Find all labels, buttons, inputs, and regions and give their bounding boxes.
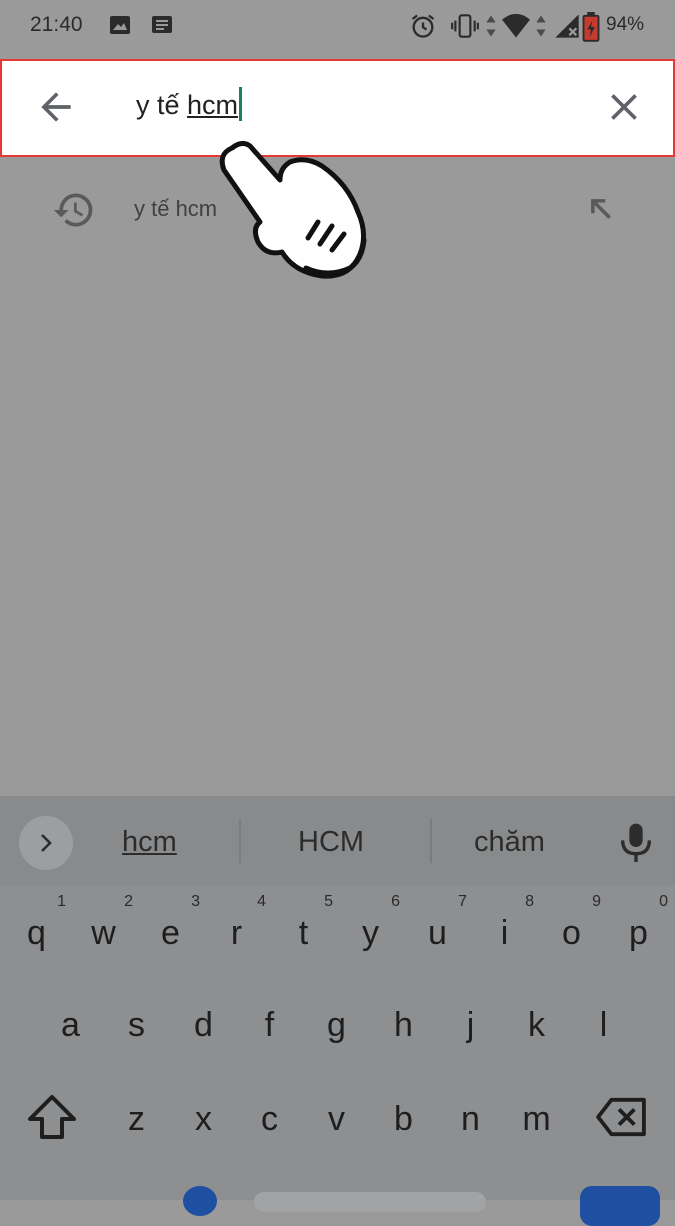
search-query-composing: hcm bbox=[187, 90, 239, 120]
key-x[interactable]: x bbox=[170, 1076, 237, 1162]
globe-key[interactable] bbox=[183, 1186, 217, 1216]
key-label: u bbox=[428, 914, 447, 952]
space-key[interactable] bbox=[254, 1192, 486, 1212]
key-label: t bbox=[298, 914, 309, 952]
status-bar: 21:40 94% bbox=[0, 0, 675, 52]
key-hint: 6 bbox=[391, 893, 400, 910]
vibrate-icon bbox=[451, 14, 479, 38]
search-query-text: y tế bbox=[136, 90, 188, 120]
key-hint: 7 bbox=[458, 893, 467, 910]
wifi-icon bbox=[502, 13, 530, 38]
key-z[interactable]: z bbox=[103, 1076, 170, 1162]
key-a[interactable]: a bbox=[37, 982, 104, 1068]
key-n[interactable]: n bbox=[437, 1076, 504, 1162]
expand-toolbar-button[interactable] bbox=[19, 816, 73, 870]
key-t[interactable]: t5 bbox=[270, 890, 337, 976]
key-c[interactable]: c bbox=[236, 1076, 303, 1162]
key-v[interactable]: v bbox=[303, 1076, 370, 1162]
battery-percent: 94% bbox=[606, 14, 645, 35]
key-r[interactable]: r4 bbox=[203, 890, 270, 976]
keyboard-suggestion-strip: hcm HCM chăm bbox=[0, 796, 675, 886]
key-h[interactable]: h bbox=[370, 982, 437, 1068]
status-time: 21:40 bbox=[30, 13, 83, 36]
data-arrows-icon bbox=[486, 15, 496, 37]
signal-icon bbox=[555, 14, 579, 38]
arrow-up-left-icon[interactable] bbox=[584, 192, 618, 226]
history-icon bbox=[53, 193, 93, 227]
microphone-icon[interactable] bbox=[616, 820, 656, 864]
alarm-icon bbox=[411, 14, 435, 38]
key-y[interactable]: y6 bbox=[337, 890, 404, 976]
candidate-divider bbox=[239, 819, 241, 863]
key-u[interactable]: u7 bbox=[404, 890, 471, 976]
key-hint: 3 bbox=[191, 893, 200, 910]
key-hint: 8 bbox=[525, 893, 534, 910]
key-label: i bbox=[500, 914, 509, 952]
key-label: p bbox=[629, 914, 648, 952]
key-d[interactable]: d bbox=[170, 982, 237, 1068]
text-cursor bbox=[239, 87, 243, 121]
key-s[interactable]: s bbox=[103, 982, 170, 1068]
key-l[interactable]: l bbox=[570, 982, 637, 1068]
arrow-left-icon[interactable] bbox=[34, 85, 78, 129]
key-q[interactable]: q1 bbox=[3, 890, 70, 976]
key-label: e bbox=[161, 914, 180, 952]
close-icon[interactable] bbox=[602, 85, 646, 129]
key-p[interactable]: p0 bbox=[605, 890, 672, 976]
candidate-word[interactable]: HCM bbox=[298, 826, 364, 859]
key-hint: 4 bbox=[257, 893, 266, 910]
candidate-divider bbox=[430, 819, 432, 863]
backspace-key[interactable] bbox=[594, 1096, 648, 1143]
search-input[interactable]: y tế hcm bbox=[136, 87, 243, 121]
key-hint: 1 bbox=[57, 893, 66, 910]
search-key[interactable] bbox=[580, 1186, 660, 1226]
key-m[interactable]: m bbox=[503, 1076, 570, 1162]
key-hint: 0 bbox=[659, 893, 668, 910]
shift-icon bbox=[28, 1095, 76, 1139]
backspace-icon bbox=[596, 1097, 646, 1137]
keyboard: hcm HCM chăm q1 w2 e3 r4 t5 y6 u7 i8 o9 … bbox=[0, 796, 675, 1200]
key-label: r bbox=[230, 914, 243, 952]
key-k[interactable]: k bbox=[503, 982, 570, 1068]
key-f[interactable]: f bbox=[236, 982, 303, 1068]
key-b[interactable]: b bbox=[370, 1076, 437, 1162]
key-o[interactable]: o9 bbox=[538, 890, 605, 976]
data-arrows-icon bbox=[536, 15, 546, 37]
key-hint: 2 bbox=[124, 893, 133, 910]
chevron-right-icon bbox=[41, 834, 52, 852]
key-i[interactable]: i8 bbox=[471, 890, 538, 976]
key-hint: 9 bbox=[592, 893, 601, 910]
candidate-word[interactable]: hcm bbox=[122, 826, 177, 859]
image-icon bbox=[110, 16, 130, 34]
suggestion-text: y tế hcm bbox=[134, 196, 218, 221]
key-w[interactable]: w2 bbox=[70, 890, 137, 976]
candidate-word[interactable]: chăm bbox=[474, 826, 545, 859]
key-hint: 5 bbox=[324, 893, 333, 910]
key-j[interactable]: j bbox=[437, 982, 504, 1068]
key-label: y bbox=[362, 914, 379, 952]
key-g[interactable]: g bbox=[303, 982, 370, 1068]
key-label: q bbox=[27, 914, 46, 952]
key-label: w bbox=[91, 914, 116, 952]
key-e[interactable]: e3 bbox=[137, 890, 204, 976]
key-label: o bbox=[562, 914, 581, 952]
message-icon bbox=[152, 16, 172, 33]
battery-icon bbox=[582, 12, 600, 42]
pointing-hand-icon bbox=[219, 140, 367, 279]
shift-key[interactable] bbox=[26, 1092, 78, 1147]
